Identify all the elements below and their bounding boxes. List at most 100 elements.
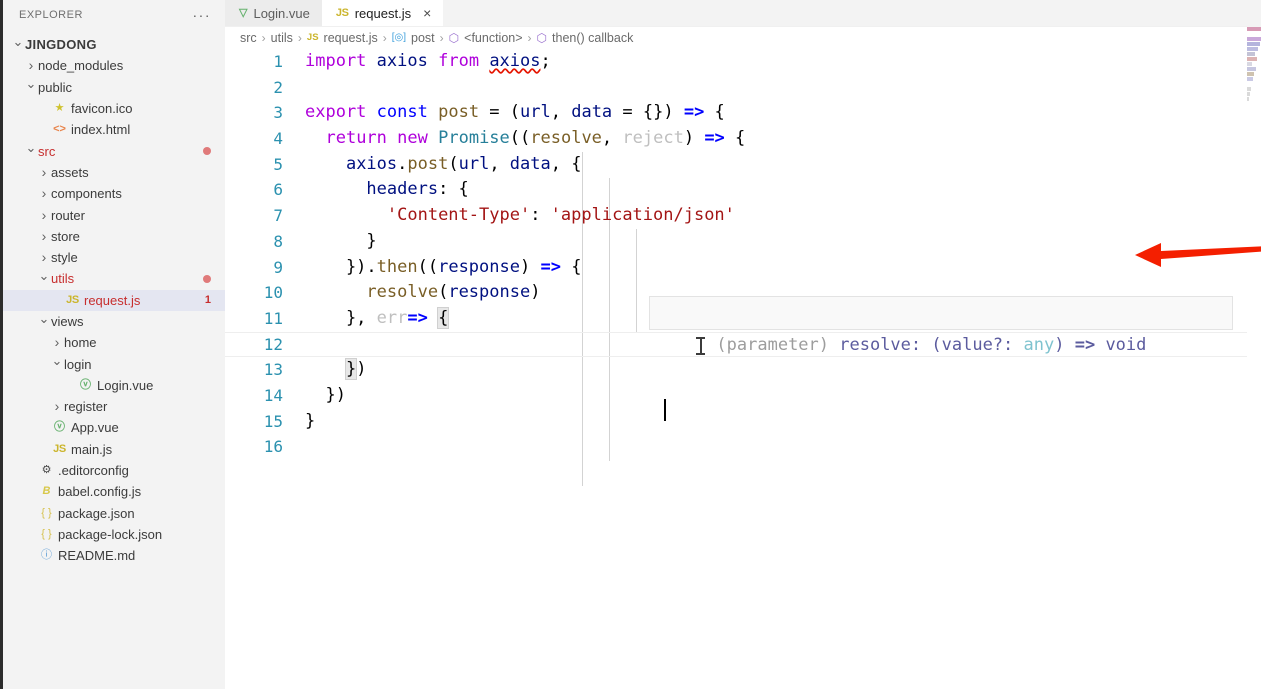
line-number: 13	[263, 360, 283, 380]
tooltip-symbol-name: resolve	[829, 335, 911, 355]
tree-item-label: style	[51, 250, 78, 266]
tree-item--editorconfig[interactable]: ⚙ .editorconfig	[3, 460, 225, 481]
red-arrow-annotation	[1135, 243, 1261, 267]
code-line[interactable]: 13 })	[225, 357, 1261, 383]
json-icon: { }	[41, 506, 52, 519]
code-line[interactable]: 14 })	[225, 383, 1261, 409]
close-icon[interactable]: ×	[423, 6, 431, 20]
tab-login-vue[interactable]: ▽ Login.vue	[225, 0, 322, 26]
tree-item-package-json[interactable]: { } package.json	[3, 503, 225, 524]
code-token: {	[724, 128, 746, 149]
chevron-down-icon	[37, 315, 51, 329]
tree-item-node-modules[interactable]: node_modules	[3, 55, 225, 76]
tree-item-request-js[interactable]: JS request.js 1	[3, 289, 225, 311]
code-token: ((	[509, 128, 531, 149]
code-line[interactable]: 5 axios.post(url, data, {	[225, 152, 1261, 178]
code-line[interactable]: 7 'Content-Type': 'application/json'	[225, 203, 1261, 229]
tree-item-label: views	[51, 314, 84, 329]
more-actions-icon[interactable]: ···	[193, 8, 212, 22]
tooltip-prefix: (parameter)	[716, 335, 830, 355]
tree-item-utils[interactable]: utils	[3, 268, 225, 289]
tree-item-label: Login.vue	[97, 377, 154, 393]
tab-request-js[interactable]: JS request.js ×	[321, 0, 444, 26]
tree-item-favicon-ico[interactable]: ★ favicon.ico	[3, 98, 225, 119]
tree-item-style[interactable]: style	[3, 247, 225, 268]
code-token: from	[438, 51, 480, 71]
tree-item-register[interactable]: register	[3, 396, 225, 417]
code-token: resolve	[530, 128, 602, 149]
tree-item-app-vue[interactable]: ⓥ App.vue	[3, 417, 225, 438]
code-line[interactable]: 3 export const post = (url, data = {}) =>…	[225, 100, 1261, 126]
tree-item-login[interactable]: login	[3, 353, 225, 374]
tree-item-assets[interactable]: assets	[3, 162, 225, 183]
code-token: headers	[366, 179, 439, 200]
chevron-right-icon	[37, 165, 51, 180]
breadcrumb-item-then-callback[interactable]: ⬡ then() callback	[537, 31, 634, 45]
code-line[interactable]: 6 headers: {	[225, 177, 1261, 203]
tree-item-label: README.md	[58, 548, 136, 564]
breadcrumb[interactable]: src › utils › JS request.js › [◎] post › ⬡ <functio…	[225, 27, 1261, 49]
minimap[interactable]	[1247, 27, 1261, 689]
tree-item-main-js[interactable]: JS main.js	[3, 439, 225, 460]
breadcrumb-item-request-js[interactable]: JS request.js	[307, 31, 378, 45]
breadcrumb-label: then() callback	[552, 31, 634, 45]
breadcrumb-item-post[interactable]: [◎] post	[392, 31, 435, 45]
code-token: =>	[407, 307, 428, 328]
code-token: import	[305, 51, 367, 71]
code-line[interactable]: 15}	[225, 409, 1261, 435]
chevron-right-icon	[37, 186, 51, 201]
tree-item-label: package-lock.json	[58, 526, 163, 542]
code-line-text: resolve(response)	[305, 280, 540, 306]
tree-item-index-html[interactable]: <> index.html	[3, 119, 225, 140]
code-token: return	[325, 128, 387, 149]
js-icon: JS	[306, 32, 319, 44]
tree-item-jingdong[interactable]: JINGDONG	[3, 34, 225, 55]
chevron-down-icon	[37, 272, 51, 286]
code-line[interactable]: 4 return new Promise((resolve, reject) =…	[225, 126, 1261, 152]
tree-item-babel-config-js[interactable]: Bbabel.config.js	[3, 481, 225, 502]
code-token: response	[438, 256, 520, 277]
tabs-holder: ▽ Login.vue JS request.js ×	[225, 0, 444, 26]
tree-item-login-vue[interactable]: ⓥ Login.vue	[3, 375, 225, 396]
code-line[interactable]: 9 }).then((response) => {	[225, 255, 1261, 281]
tree-item-label: utils	[51, 271, 75, 287]
breadcrumb-label: src	[240, 31, 257, 45]
code-token: }	[305, 230, 377, 251]
tree-item-package-lock-json[interactable]: { } package-lock.json	[3, 524, 225, 545]
code-line[interactable]: 16	[225, 434, 1261, 460]
tree-item-store[interactable]: store	[3, 226, 225, 247]
code-line[interactable]: 2	[225, 75, 1261, 101]
breadcrumb-item-src[interactable]: src	[240, 31, 257, 45]
tree-item-components[interactable]: components	[3, 183, 225, 204]
breadcrumb-item--function-[interactable]: ⬡ <function>	[449, 31, 523, 45]
tree-item-label: home	[64, 335, 97, 351]
tree-item-router[interactable]: router	[3, 204, 225, 225]
line-number: 2	[273, 77, 283, 97]
tree-item-readme-md[interactable]: ⓘ README.md	[3, 545, 225, 566]
bracket-match-highlight: {	[437, 306, 450, 329]
tree-item-home[interactable]: home	[3, 332, 225, 353]
error-dot-icon	[203, 147, 211, 156]
code-editor[interactable]: 1 import axios from axios; 2 3 export const …	[225, 49, 1261, 689]
function-icon: ⬡	[536, 31, 548, 45]
vue-icon: ▽	[239, 6, 248, 19]
tree-item-public[interactable]: public	[3, 77, 225, 98]
code-line[interactable]: 8 }	[225, 229, 1261, 255]
tree-item-label: JINGDONG	[25, 37, 97, 53]
code-token: )	[683, 128, 705, 149]
star-icon: ★	[54, 102, 65, 115]
tree-item-label: router	[51, 207, 85, 223]
breadcrumb-separator-icon: ›	[297, 31, 302, 45]
code-line[interactable]: 1 import axios from axios;	[225, 49, 1261, 75]
tooltip-colon: :	[910, 335, 932, 355]
tree-item-views[interactable]: views	[3, 311, 225, 332]
tab-label: request.js	[354, 5, 412, 21]
breadcrumb-item-utils[interactable]: utils	[271, 31, 293, 45]
line-number: 12	[263, 334, 283, 354]
tree-item-src[interactable]: src	[3, 140, 225, 161]
json-icon: { }	[41, 527, 52, 540]
chevron-down-icon	[24, 80, 38, 94]
